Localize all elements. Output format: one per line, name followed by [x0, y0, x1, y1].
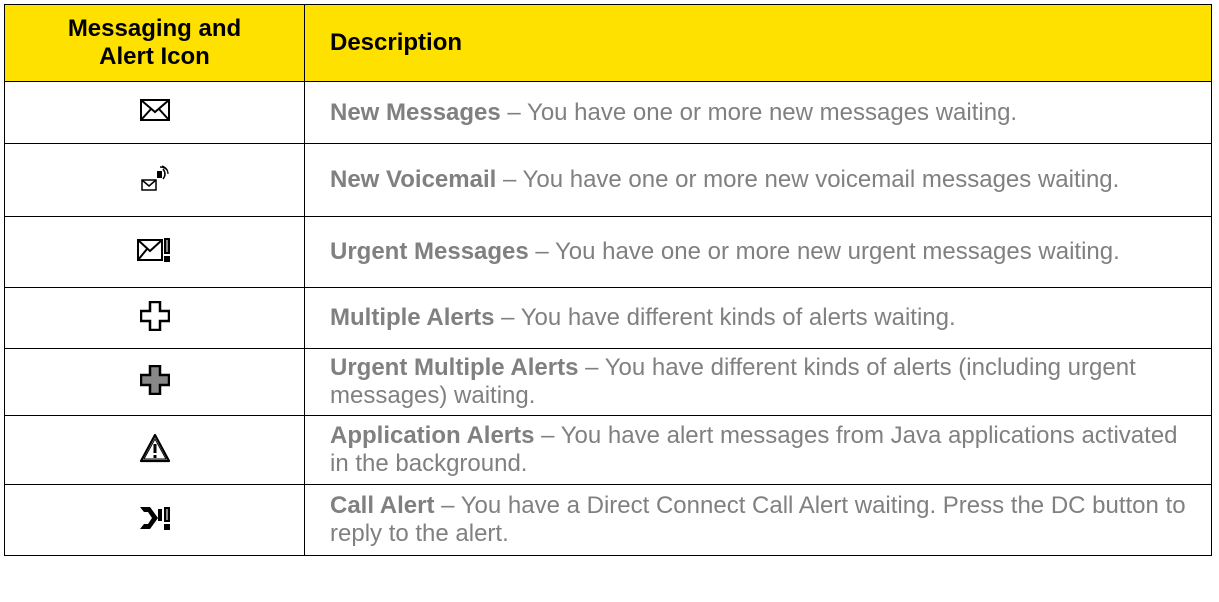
row-title: Call Alert — [330, 492, 435, 519]
table-row: Multiple Alerts – You have different kin… — [4, 287, 1212, 349]
table-row: New Voicemail – You have one or more new… — [4, 143, 1212, 217]
table-row: Urgent Messages – You have one or more n… — [4, 216, 1212, 288]
urgent-multiple-alerts-icon — [139, 364, 170, 395]
urgent-envelope-icon — [136, 237, 173, 263]
icon-cell — [4, 415, 305, 485]
description-cell: New Voicemail – You have one or more new… — [304, 143, 1212, 217]
row-separator: – — [494, 304, 521, 331]
description-cell: New Messages – You have one or more new … — [304, 81, 1212, 144]
row-title: Multiple Alerts — [330, 304, 495, 331]
row-separator: – — [500, 98, 528, 126]
header-icon-column: Messaging and Alert Icon — [4, 4, 305, 82]
icon-cell — [4, 81, 305, 144]
table-row: Call Alert – You have a Direct Connect C… — [4, 484, 1212, 556]
description-cell: Multiple Alerts – You have different kin… — [304, 287, 1212, 349]
table-row: Application Alerts – You have alert mess… — [4, 415, 1212, 485]
multiple-alerts-icon — [139, 300, 170, 331]
row-separator: – — [434, 492, 461, 519]
icon-cell — [4, 348, 305, 416]
warning-triangle-icon — [139, 433, 171, 463]
icon-cell — [4, 143, 305, 217]
row-title: Urgent Multiple Alerts — [330, 354, 579, 381]
description-cell: Urgent Messages – You have one or more n… — [304, 216, 1212, 288]
table-row: New Messages – You have one or more new … — [4, 81, 1212, 144]
envelope-icon — [139, 99, 170, 121]
row-separator: – — [578, 354, 605, 381]
header-icon-line-2: Alert Icon — [99, 43, 210, 70]
row-text: You have one or more new voicemail messa… — [522, 166, 1120, 193]
table-row: Urgent Multiple Alerts – You have differ… — [4, 348, 1212, 416]
description-cell: Application Alerts – You have alert mess… — [304, 415, 1212, 485]
row-text: You have different kinds of alerts waiti… — [520, 304, 956, 331]
icon-cell — [4, 484, 305, 556]
icon-cell — [4, 216, 305, 288]
row-title: New Voicemail — [330, 166, 497, 193]
row-title: Application Alerts — [330, 422, 535, 449]
icon-cell — [4, 287, 305, 349]
description-cell: Call Alert – You have a Direct Connect C… — [304, 484, 1212, 556]
table-header-row: Messaging and Alert Icon Description — [4, 4, 1212, 82]
row-separator: – — [528, 238, 555, 265]
header-icon-line-1: Messaging and — [67, 15, 242, 42]
row-title: New Messages — [330, 98, 501, 126]
header-description-column: Description — [304, 4, 1212, 82]
messaging-alert-icons-table: Messaging and Alert Icon Description New… — [4, 4, 1212, 556]
row-title: Urgent Messages — [330, 238, 529, 265]
call-alert-icon — [138, 504, 172, 532]
row-separator: – — [496, 166, 523, 193]
voicemail-icon — [140, 164, 169, 191]
description-cell: Urgent Multiple Alerts – You have differ… — [304, 348, 1212, 416]
row-separator: – — [534, 422, 561, 449]
row-text: You have one or more new messages waitin… — [527, 98, 1018, 126]
row-text: You have one or more new urgent messages… — [555, 238, 1120, 265]
